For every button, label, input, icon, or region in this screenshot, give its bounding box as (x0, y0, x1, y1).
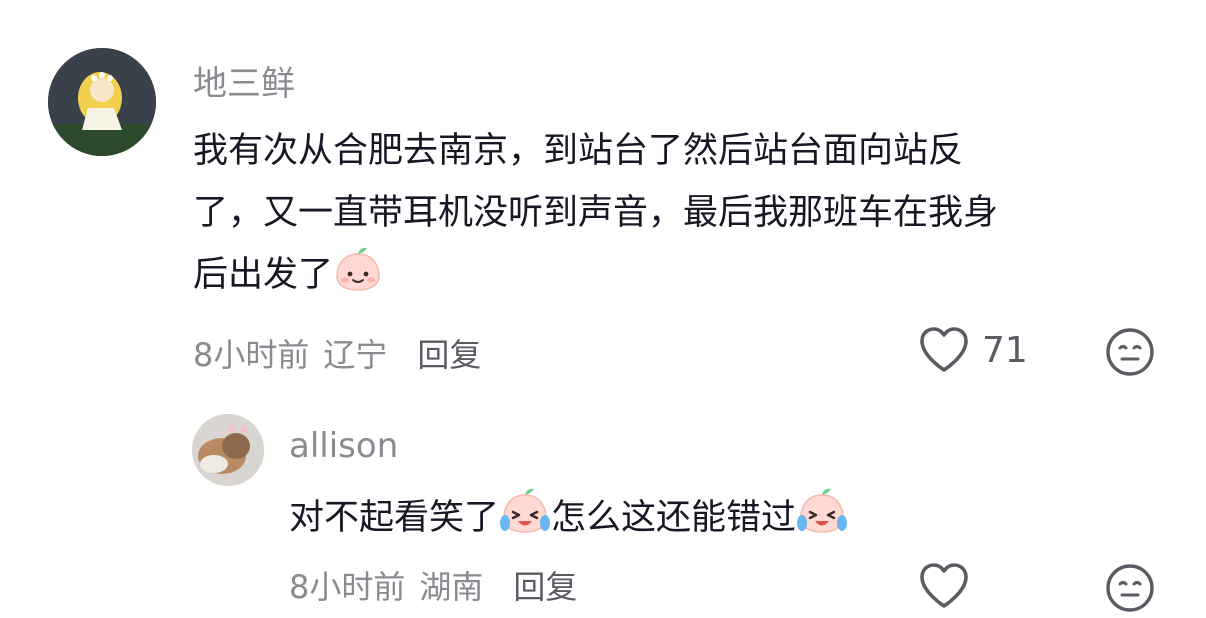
meh-face-icon (1106, 564, 1154, 612)
comment-text-line: 后出发了 (193, 255, 334, 295)
timestamp: 8小时前 (289, 568, 406, 606)
comment-text-line: 我有次从合肥去南京，到站台了然后站台面向站反 (193, 131, 964, 171)
comment-text-line: 了，又一直带耳机没听到声音，最后我那班车在我身 (193, 193, 999, 233)
laughing-crying-peach-emoji (796, 485, 848, 557)
location: 辽宁 (323, 336, 388, 374)
laughing-crying-peach-emoji (499, 485, 551, 557)
comment-meta: 8小时前 湖南 回复 (289, 562, 577, 608)
like-count: 71 (982, 329, 1028, 371)
location: 湖南 (419, 568, 484, 606)
smiling-peach-emoji (333, 244, 383, 314)
comment-meta: 8小时前 辽宁 回复 (193, 330, 481, 376)
comment-text-part: 对不起看笑了 (289, 498, 500, 538)
comment-text-part: 怎么这还能错过 (551, 498, 797, 538)
heart-icon (920, 563, 968, 608)
like-button[interactable]: 71 (918, 326, 1028, 374)
reply-button[interactable]: 回复 (513, 568, 577, 606)
avatar[interactable] (192, 414, 264, 486)
username[interactable]: allison (289, 426, 398, 466)
reply-comment-item: allison 对不起看笑了 怎么这还能错过 8小时前 湖南 回复 (0, 400, 1206, 616)
dislike-button[interactable] (1104, 326, 1156, 382)
avatar-illustration (48, 48, 156, 156)
comment-text: 我有次从合肥去南京，到站台了然后站台面向站反 了，又一直带耳机没听到声音，最后我… (193, 120, 1183, 314)
dislike-button[interactable] (1104, 562, 1156, 618)
reply-button[interactable]: 回复 (417, 336, 481, 374)
meh-face-icon (1106, 328, 1154, 376)
username[interactable]: 地三鲜 (193, 56, 295, 105)
comment-text-line: 后出发了 (193, 244, 1183, 314)
comment-text: 对不起看笑了 怎么这还能错过 (289, 485, 1189, 557)
like-button[interactable] (918, 562, 970, 610)
avatar[interactable] (48, 48, 156, 156)
comment-item: 地三鲜 我有次从合肥去南京，到站台了然后站台面向站反 了，又一直带耳机没听到声音… (0, 0, 1206, 400)
avatar-photo (192, 414, 264, 486)
heart-icon (920, 327, 968, 372)
timestamp: 8小时前 (193, 336, 310, 374)
